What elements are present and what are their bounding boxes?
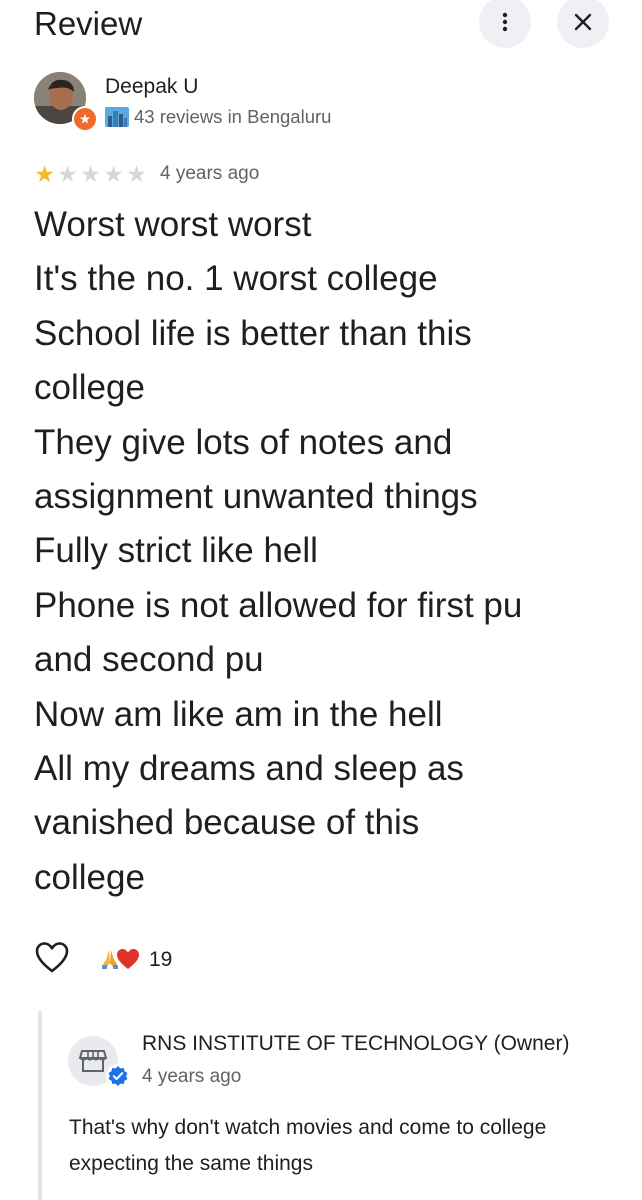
reviewer-meta: 43 reviews in Bengaluru (105, 106, 331, 128)
reviewer-info[interactable]: Deepak U 43 reviews in Bengaluru (34, 70, 594, 132)
star-icon: ★ (80, 161, 101, 187)
review-line: They give lots of notes and (34, 422, 453, 462)
reaction-count: 19 (149, 948, 173, 971)
reactions-row: 19 (34, 940, 234, 980)
review-line: Now am like am in the hell (34, 694, 443, 734)
review-line: All my dreams and sleep as (34, 749, 464, 789)
star-icon: ★ (103, 161, 124, 187)
city-icon (105, 107, 129, 127)
storefront-icon (79, 1050, 107, 1072)
close-button[interactable] (557, 0, 609, 48)
rating-row: ★ ★ ★ ★ ★ 4 years ago (33, 162, 259, 186)
header: Review (0, 0, 642, 50)
heart-outline-icon[interactable] (34, 940, 70, 976)
heart-icon (117, 949, 139, 969)
more-vert-icon (502, 12, 508, 32)
review-line: vanished because of this (34, 803, 420, 843)
owner-reply-date: 4 years ago (142, 1066, 242, 1087)
owner-reply-text: That's why don't watch movies and come t… (69, 1116, 547, 1175)
star-icon: ★ (34, 161, 55, 187)
owner-reply: RNS INSTITUTE OF TECHNOLOGY (Owner) 4 ye… (38, 1011, 628, 1200)
local-guide-icon (72, 106, 98, 132)
reply-divider (38, 1011, 42, 1200)
page-title: Review (34, 5, 143, 42)
review-text: Worst worst worst It's the no. 1 worst c… (34, 198, 624, 905)
more-options-button[interactable] (479, 0, 531, 48)
review-line: college (34, 368, 145, 408)
review-date: 4 years ago (160, 163, 260, 184)
star-rating: ★ ★ ★ ★ ★ (33, 162, 148, 186)
review-line: and second pu (34, 640, 264, 680)
star-icon: ★ (57, 161, 78, 187)
review-line: college (34, 857, 145, 897)
verified-icon (106, 1064, 130, 1088)
close-icon (574, 13, 592, 31)
reaction-emojis[interactable] (100, 948, 140, 970)
review-line: It's the no. 1 worst college (34, 259, 438, 299)
star-icon: ★ (126, 161, 147, 187)
reviewer-name[interactable]: Deepak U (105, 74, 198, 100)
review-line: assignment unwanted things (34, 477, 478, 517)
review-line: School life is better than this (34, 313, 472, 353)
review-line: Worst worst worst (34, 205, 312, 244)
review-line: Fully strict like hell (34, 531, 318, 571)
owner-name: RNS INSTITUTE OF TECHNOLOGY (Owner) (142, 1032, 570, 1055)
reviews-count: 43 reviews in Bengaluru (134, 106, 332, 127)
review-line: Phone is not allowed for first pu (34, 585, 523, 625)
